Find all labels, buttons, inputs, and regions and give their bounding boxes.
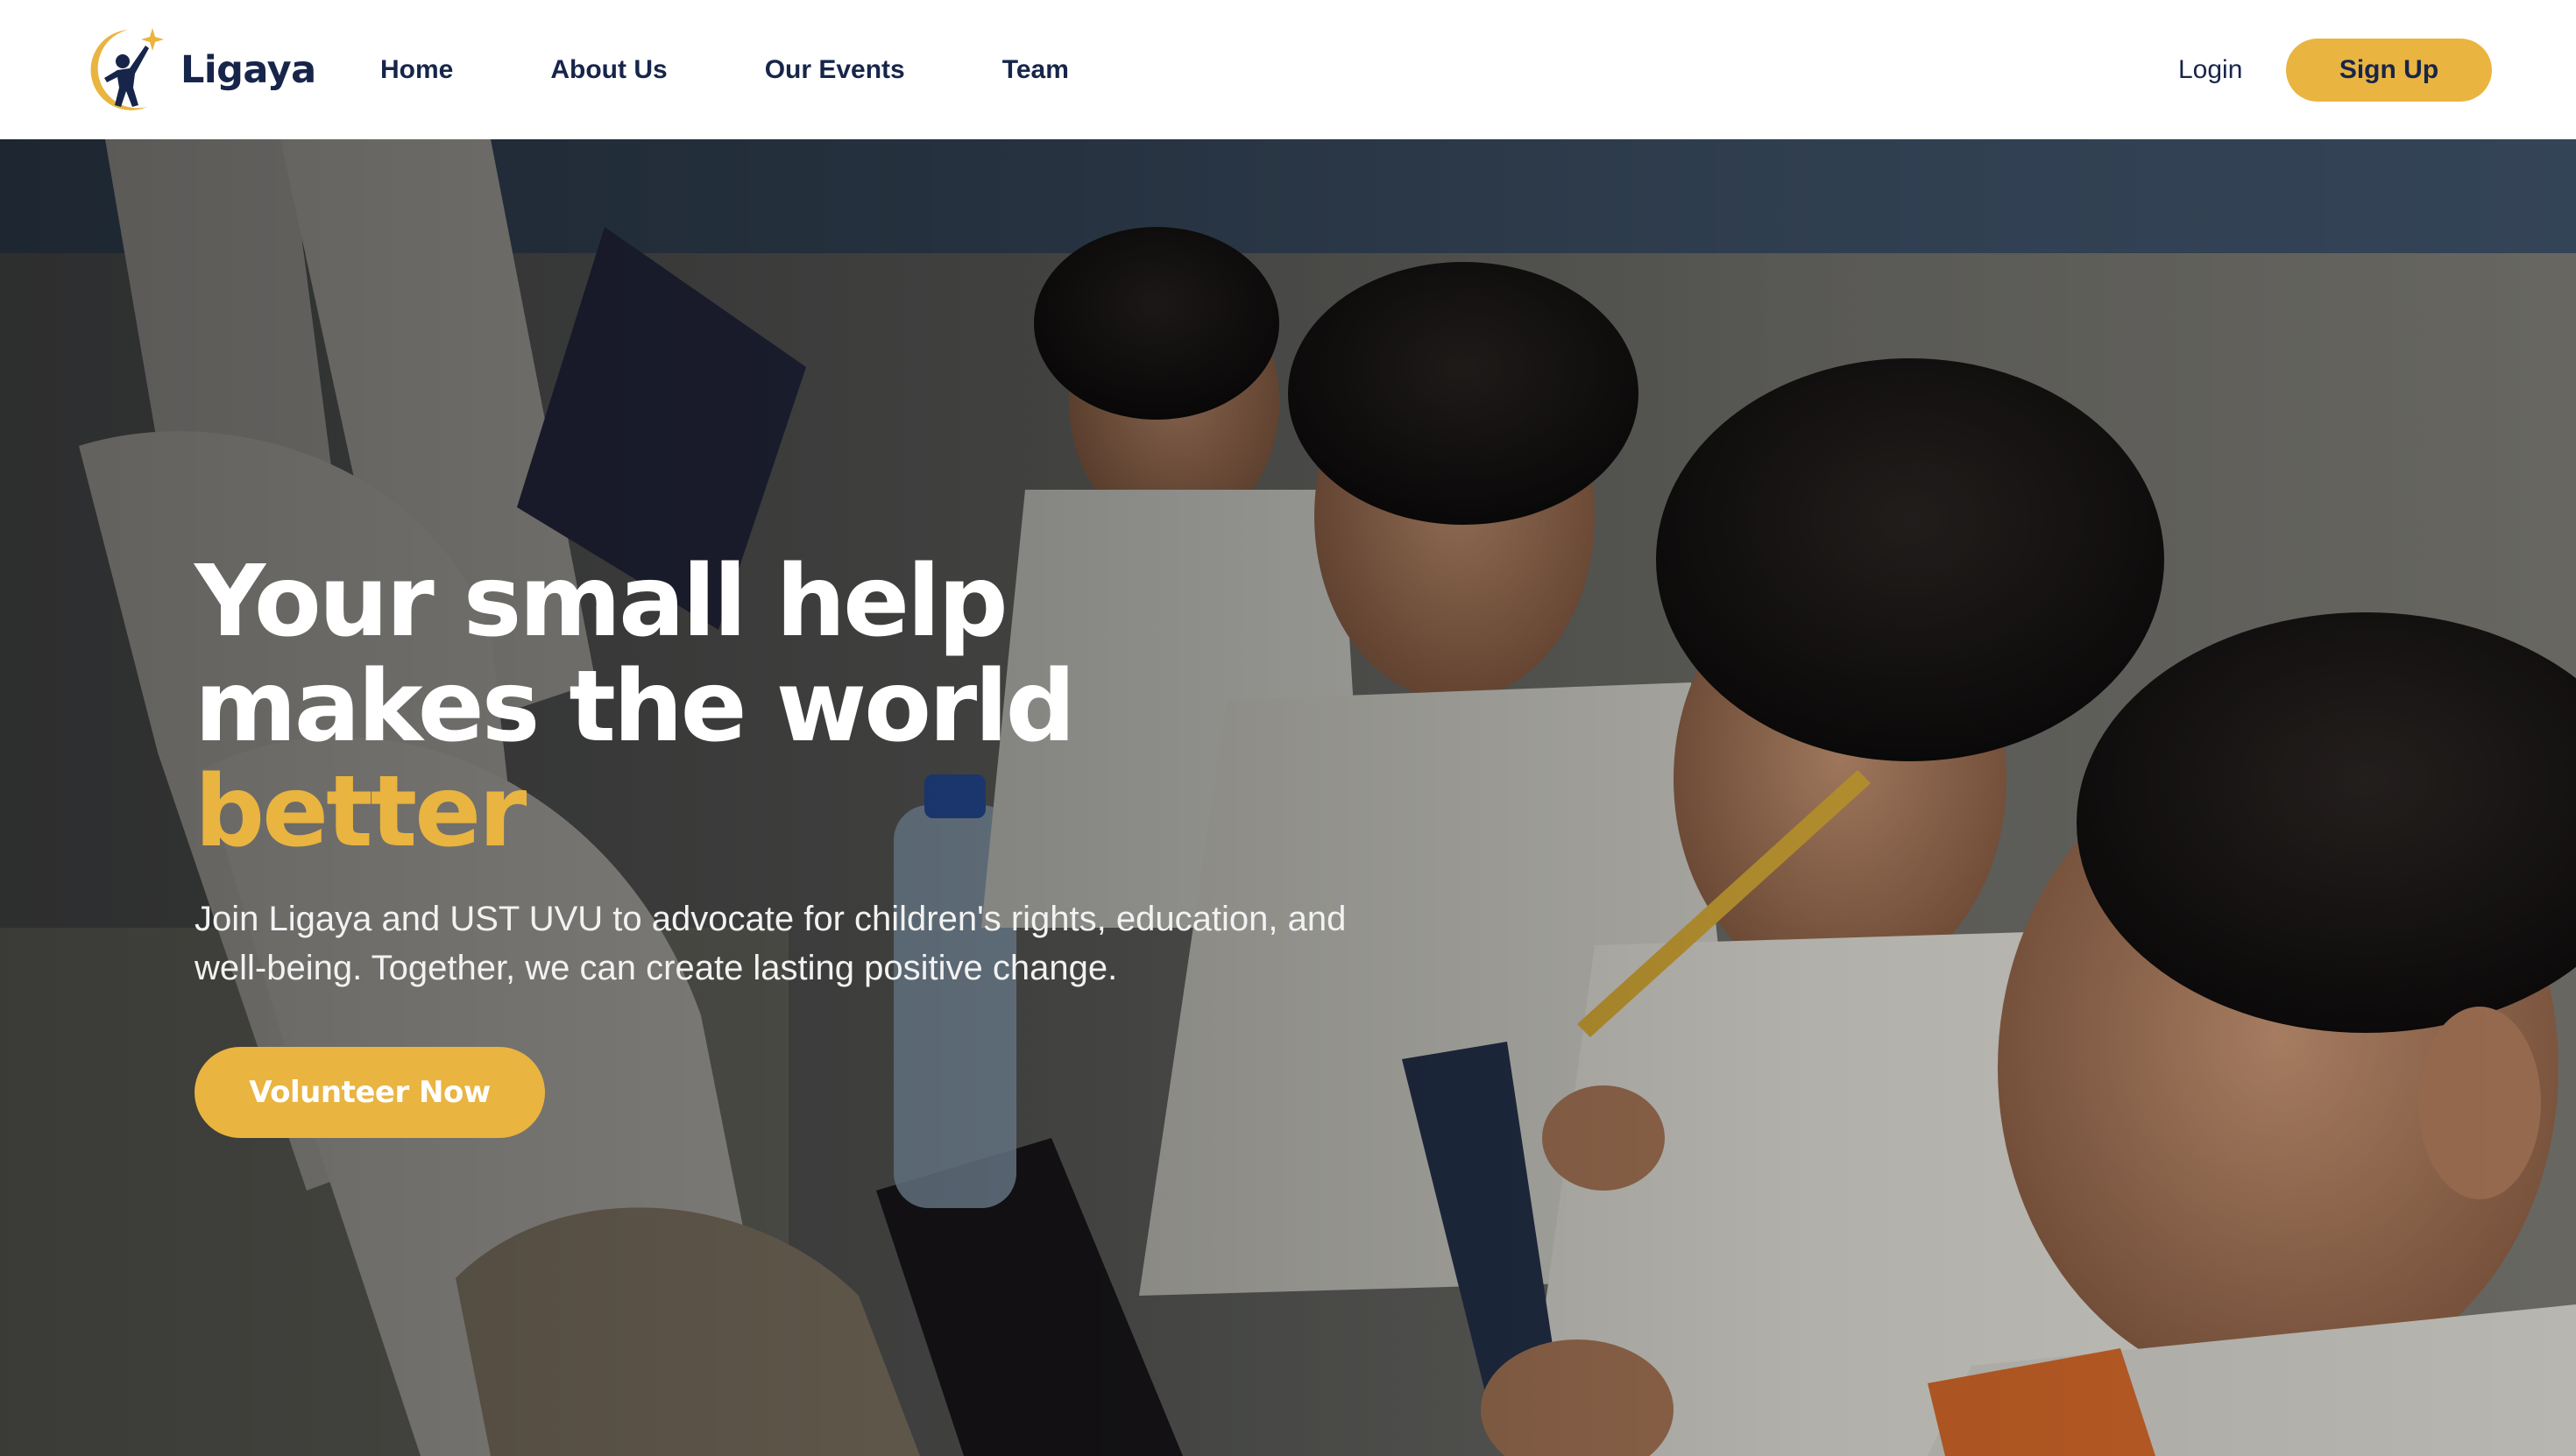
main-nav: Home About Us Our Events Team — [380, 0, 1069, 139]
nav-link-team[interactable]: Team — [1002, 55, 1069, 85]
hero-title-line-2: makes the world — [195, 650, 1076, 764]
nav-link-about-us[interactable]: About Us — [550, 55, 667, 85]
hero-title-line-1: Your small help — [195, 545, 1008, 659]
hero-subtitle: Join Ligaya and UST UVU to advocate for … — [195, 900, 1347, 987]
hero-content: Your small help makes the world better J… — [195, 549, 1465, 1138]
hero-title: Your small help makes the world better — [195, 549, 1465, 865]
nav-link-our-events[interactable]: Our Events — [765, 55, 905, 85]
ligaya-logo-icon — [90, 28, 164, 110]
hero-title-accent: better — [195, 755, 527, 869]
top-navbar: Ligaya Home About Us Our Events Team Log… — [0, 0, 2576, 139]
brand-name: Ligaya — [180, 48, 316, 92]
signup-button[interactable]: Sign Up — [2286, 39, 2492, 102]
brand-home-link[interactable]: Ligaya — [82, 26, 316, 114]
login-link[interactable]: Login — [2178, 0, 2242, 139]
hero-section: Your small help makes the world better J… — [0, 139, 2576, 1456]
nav-link-home[interactable]: Home — [380, 55, 453, 85]
volunteer-now-button[interactable]: Volunteer Now — [195, 1047, 545, 1138]
